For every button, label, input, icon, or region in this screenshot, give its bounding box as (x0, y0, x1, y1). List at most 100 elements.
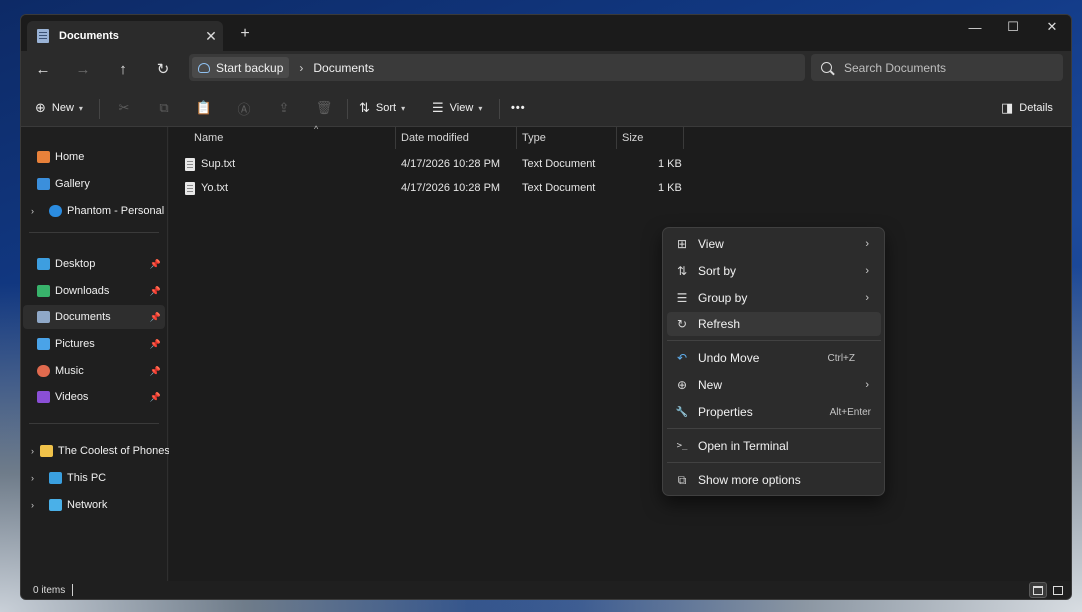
column-header-date-modified[interactable]: Date modified (401, 127, 469, 149)
documents-icon (37, 311, 50, 323)
up-button[interactable]: ↑ (109, 57, 137, 81)
sidebar-item-gallery[interactable]: Gallery (23, 172, 165, 196)
column-header-size[interactable]: Size (622, 127, 643, 149)
details-label: Details (1019, 102, 1053, 114)
breadcrumb-start-backup[interactable]: Start backup (192, 57, 290, 78)
details-view-toggle[interactable] (1029, 582, 1047, 598)
menu-shortcut: Alt+Enter (829, 406, 871, 418)
view-label: View (449, 102, 474, 114)
minimize-button[interactable]: — (956, 15, 994, 39)
sidebar-item-downloads[interactable]: Downloads 📌 (23, 279, 165, 303)
pin-icon[interactable]: 📌 (150, 392, 161, 403)
large-icons-view-toggle[interactable] (1049, 582, 1067, 598)
sidebar-item-pictures[interactable]: Pictures 📌 (23, 332, 165, 356)
file-type: Text Document (522, 182, 596, 194)
column-divider[interactable] (516, 127, 517, 149)
network-icon (49, 499, 62, 511)
tab-documents[interactable]: Documents ✕ (27, 21, 223, 51)
menu-item-sort-by[interactable]: ⇅ Sort by › (667, 259, 881, 283)
menu-divider (667, 340, 881, 341)
group-icon: ☰ (676, 291, 688, 305)
chevron-down-icon: ▾ (401, 103, 406, 113)
address-row: ← → ↑ ↻ Start backup › Documents Search … (21, 51, 1071, 87)
expand-chevron-icon[interactable]: › (31, 446, 34, 456)
close-window-button[interactable]: ✕ (1033, 15, 1071, 39)
menu-item-label: Show more options (698, 473, 801, 487)
column-divider[interactable] (683, 127, 684, 149)
sort-ascending-icon: ^ (314, 124, 319, 134)
copy-icon[interactable]: ⧉ (155, 99, 173, 117)
breadcrumb-chevron-icon[interactable]: › (299, 61, 303, 75)
cut-icon[interactable]: ✂ (115, 99, 133, 117)
sidebar-item-this-pc[interactable]: › This PC (23, 466, 165, 490)
sidebar-item-label: Videos (55, 391, 89, 403)
menu-item-label: Refresh (698, 317, 741, 331)
menu-item-undo-move[interactable]: ↶ Undo Move Ctrl+Z (667, 346, 881, 370)
column-divider[interactable] (616, 127, 617, 149)
expand-chevron-icon[interactable]: › (31, 473, 43, 483)
column-divider[interactable] (395, 127, 396, 149)
refresh-button[interactable]: ↻ (149, 57, 177, 81)
status-bar: 0 items (21, 581, 1071, 599)
delete-icon[interactable]: 🗑 (315, 99, 333, 117)
item-count: 0 items (33, 585, 66, 596)
details-view-icon (1033, 585, 1043, 595)
details-button[interactable]: ◨ Details (1001, 97, 1053, 119)
menu-item-open-in-terminal[interactable]: >_ Open in Terminal (667, 434, 881, 458)
more-options-icon: ⧉ (677, 472, 687, 487)
paste-icon[interactable]: 📋 (195, 99, 213, 117)
sidebar-item-music[interactable]: Music 📌 (23, 359, 165, 383)
more-options-button[interactable]: ••• (511, 97, 526, 119)
sidebar-item-phantom-personal[interactable]: › Phantom - Personal (23, 199, 165, 223)
tab-close-icon[interactable]: ✕ (199, 28, 223, 45)
sidebar-item-home[interactable]: Home (23, 145, 165, 169)
breadcrumb-documents[interactable]: Documents (313, 61, 374, 75)
pin-icon[interactable]: 📌 (150, 286, 161, 297)
view-button[interactable]: ☰ View ▾ (432, 97, 482, 119)
column-header-type[interactable]: Type (522, 127, 546, 149)
cloud-icon (49, 205, 62, 217)
sidebar-item-videos[interactable]: Videos 📌 (23, 385, 165, 409)
rename-icon[interactable]: Ⓐ (235, 99, 253, 117)
forward-button[interactable]: → (69, 57, 97, 81)
column-header-name[interactable]: Name ^ (194, 124, 394, 149)
back-button[interactable]: ← (29, 57, 57, 81)
desktop-icon (37, 258, 50, 270)
table-row[interactable]: Sup.txt 4/17/2026 10:28 PM Text Document… (183, 153, 683, 175)
table-row[interactable]: Yo.txt 4/17/2026 10:28 PM Text Document … (183, 177, 683, 199)
sidebar-item-label: The Coolest of Phones (58, 445, 170, 457)
chevron-down-icon: ▾ (78, 103, 83, 113)
file-date: 4/17/2026 10:28 PM (401, 158, 501, 170)
view-grid-icon: ⊞ (676, 237, 688, 251)
menu-shortcut: Ctrl+Z (827, 352, 856, 364)
menu-item-properties[interactable]: 🔧 Properties Alt+Enter (667, 400, 881, 424)
menu-item-show-more-options[interactable]: ⧉ Show more options (667, 468, 881, 492)
expand-chevron-icon[interactable]: › (31, 206, 43, 216)
sidebar-item-label: Home (55, 151, 85, 163)
menu-item-view[interactable]: ⊞ View › (667, 232, 881, 256)
sidebar-item-network[interactable]: › Network (23, 493, 165, 517)
file-list[interactable]: Name ^ Date modified Type Size Sup.txt 4… (169, 124, 1071, 581)
menu-item-refresh[interactable]: ↻ Refresh (667, 312, 881, 336)
maximize-button[interactable]: ☐ (994, 15, 1032, 39)
sidebar-item-coolest-of-phones[interactable]: › The Coolest of Phones (23, 439, 170, 463)
pin-icon[interactable]: 📌 (150, 312, 161, 323)
pin-icon[interactable]: 📌 (150, 259, 161, 270)
music-icon (37, 365, 50, 377)
menu-item-group-by[interactable]: ☰ Group by › (667, 286, 881, 310)
menu-item-label: Properties (698, 405, 753, 419)
menu-item-new[interactable]: ⊕ New › (667, 373, 881, 397)
pin-icon[interactable]: 📌 (150, 339, 161, 350)
sidebar-item-desktop[interactable]: Desktop 📌 (23, 252, 165, 276)
share-icon[interactable]: ⇪ (275, 99, 293, 117)
new-tab-button[interactable]: + (235, 25, 255, 43)
address-bar[interactable]: Start backup › Documents (189, 54, 805, 81)
sidebar-item-documents[interactable]: Documents 📌 (23, 305, 165, 329)
text-file-icon (185, 158, 195, 171)
expand-chevron-icon[interactable]: › (31, 500, 43, 510)
sort-button[interactable]: ⇅ Sort ▾ (359, 97, 405, 119)
file-explorer-window: Documents ✕ + — ☐ ✕ ← → ↑ ↻ Start backup… (20, 14, 1072, 600)
pin-icon[interactable]: 📌 (150, 366, 161, 377)
search-box[interactable]: Search Documents (811, 54, 1063, 81)
new-button[interactable]: ⊕ New ▾ (35, 97, 83, 119)
